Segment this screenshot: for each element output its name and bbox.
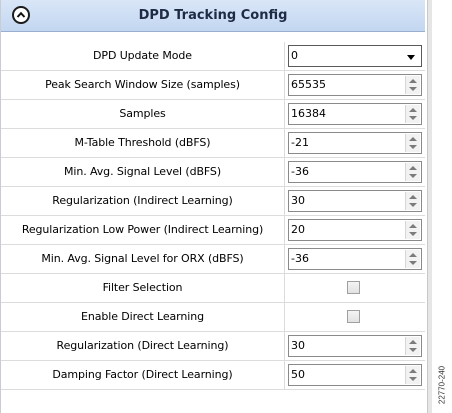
spin-up-icon[interactable] (409, 369, 417, 373)
dpd-tracking-config-panel: DPD Tracking Config DPD Update Mode 0 Peak… (0, 0, 432, 413)
config-value-cell (285, 274, 425, 302)
config-row-regularization-indirect-learning: Regularization (Indirect Learning) 30 (1, 187, 425, 216)
config-row-damping-factor-direct-learning: Damping Factor (Direct Learning) 50 (1, 361, 425, 390)
spin-down-icon[interactable] (409, 116, 417, 120)
config-row-filter-selection: Filter Selection (1, 274, 425, 303)
config-row-m-table-threshold-dbfs: M-Table Threshold (dBFS) -21 (1, 129, 425, 158)
config-value-cell: 0 (285, 42, 425, 70)
config-label: Min. Avg. Signal Level for ORX (dBFS) (1, 245, 285, 273)
spin-down-icon[interactable] (409, 377, 417, 381)
config-label: Samples (1, 100, 285, 128)
field-value: 65535 (291, 78, 326, 91)
spin-up-icon[interactable] (409, 224, 417, 228)
spin-down-icon[interactable] (409, 348, 417, 352)
config-label: Min. Avg. Signal Level (dBFS) (1, 158, 285, 186)
config-rows: DPD Update Mode 0 Peak Search Window Size … (1, 42, 425, 413)
chevron-up-icon (16, 11, 26, 18)
samples-spinner[interactable]: 16384 (288, 103, 422, 125)
config-row-samples: Samples 16384 (1, 100, 425, 129)
min-avg-signal-level-dbfs-spinner[interactable]: -36 (288, 161, 422, 183)
panel-title: DPD Tracking Config (138, 8, 288, 23)
field-value: -36 (291, 165, 309, 178)
min-avg-signal-level-for-orx-dbfs-spinner[interactable]: -36 (288, 248, 422, 270)
m-table-threshold-dbfs-spinner[interactable]: -21 (288, 132, 422, 154)
field-value: 0 (291, 49, 298, 62)
spin-up-icon[interactable] (409, 340, 417, 344)
spinner-buttons[interactable] (405, 134, 420, 152)
regularization-direct-learning-spinner[interactable]: 30 (288, 335, 422, 357)
config-row-regularization-low-power-indirect-learning: Regularization Low Power (Indirect Learn… (1, 216, 425, 245)
spinner-buttons[interactable] (405, 250, 420, 268)
regularization-indirect-learning-spinner[interactable]: 30 (288, 190, 422, 212)
spinner-buttons[interactable] (405, 366, 420, 384)
spinner-buttons[interactable] (405, 105, 420, 123)
config-row-min-avg-signal-level-for-orx-dbfs: Min. Avg. Signal Level for ORX (dBFS) -36 (1, 245, 425, 274)
config-value-cell: 16384 (285, 100, 425, 128)
spinner-buttons[interactable] (405, 337, 420, 355)
config-row-enable-direct-learning: Enable Direct Learning (1, 303, 425, 332)
config-value-cell: -36 (285, 245, 425, 273)
config-value-cell: -36 (285, 158, 425, 186)
field-value: 30 (291, 194, 305, 207)
dropdown-arrow-icon[interactable] (407, 55, 415, 60)
spin-down-icon[interactable] (409, 87, 417, 91)
config-value-cell: 30 (285, 332, 425, 360)
peak-search-window-size-samples-spinner[interactable]: 65535 (288, 74, 422, 96)
spin-down-icon[interactable] (409, 203, 417, 207)
spin-up-icon[interactable] (409, 166, 417, 170)
dpd-update-mode-dropdown[interactable]: 0 (288, 45, 422, 67)
config-value-cell: 30 (285, 187, 425, 215)
spin-up-icon[interactable] (409, 137, 417, 141)
config-label: Filter Selection (1, 274, 285, 302)
regularization-low-power-indirect-learning-spinner[interactable]: 20 (288, 219, 422, 241)
vertical-scrollbar[interactable] (427, 0, 432, 413)
config-label: Regularization (Indirect Learning) (1, 187, 285, 215)
config-label: Regularization Low Power (Indirect Learn… (1, 216, 285, 244)
config-label: Peak Search Window Size (samples) (1, 71, 285, 99)
damping-factor-direct-learning-spinner[interactable]: 50 (288, 364, 422, 386)
config-row-peak-search-window-size-samples: Peak Search Window Size (samples) 65535 (1, 71, 425, 100)
filter-selection-checkbox[interactable] (347, 281, 360, 294)
enable-direct-learning-checkbox[interactable] (347, 310, 360, 323)
config-row-min-avg-signal-level-dbfs: Min. Avg. Signal Level (dBFS) -36 (1, 158, 425, 187)
field-value: 30 (291, 339, 305, 352)
config-value-cell: 65535 (285, 71, 425, 99)
spinner-buttons[interactable] (405, 221, 420, 239)
figure-id: 22770-240 (437, 365, 446, 405)
spin-up-icon[interactable] (409, 79, 417, 83)
panel-header: DPD Tracking Config (1, 0, 425, 32)
spinner-buttons[interactable] (405, 76, 420, 94)
config-label: M-Table Threshold (dBFS) (1, 129, 285, 157)
field-value: 16384 (291, 107, 326, 120)
spin-down-icon[interactable] (409, 174, 417, 178)
config-label: Enable Direct Learning (1, 303, 285, 331)
spin-up-icon[interactable] (409, 253, 417, 257)
spin-down-icon[interactable] (409, 261, 417, 265)
collapse-button[interactable] (12, 6, 30, 24)
spin-down-icon[interactable] (409, 145, 417, 149)
spin-up-icon[interactable] (409, 195, 417, 199)
spinner-buttons[interactable] (405, 192, 420, 210)
field-value: -21 (291, 136, 309, 149)
field-value: 20 (291, 223, 305, 236)
config-value-cell: -21 (285, 129, 425, 157)
config-label: DPD Update Mode (1, 42, 285, 70)
spin-down-icon[interactable] (409, 232, 417, 236)
spinner-buttons[interactable] (405, 163, 420, 181)
config-value-cell (285, 303, 425, 331)
config-row-regularization-direct-learning: Regularization (Direct Learning) 30 (1, 332, 425, 361)
config-value-cell: 50 (285, 361, 425, 389)
config-value-cell: 20 (285, 216, 425, 244)
config-label: Damping Factor (Direct Learning) (1, 361, 285, 389)
config-label: Regularization (Direct Learning) (1, 332, 285, 360)
field-value: 50 (291, 368, 305, 381)
spin-up-icon[interactable] (409, 108, 417, 112)
config-row-dpd-update-mode: DPD Update Mode 0 (1, 42, 425, 71)
field-value: -36 (291, 252, 309, 265)
